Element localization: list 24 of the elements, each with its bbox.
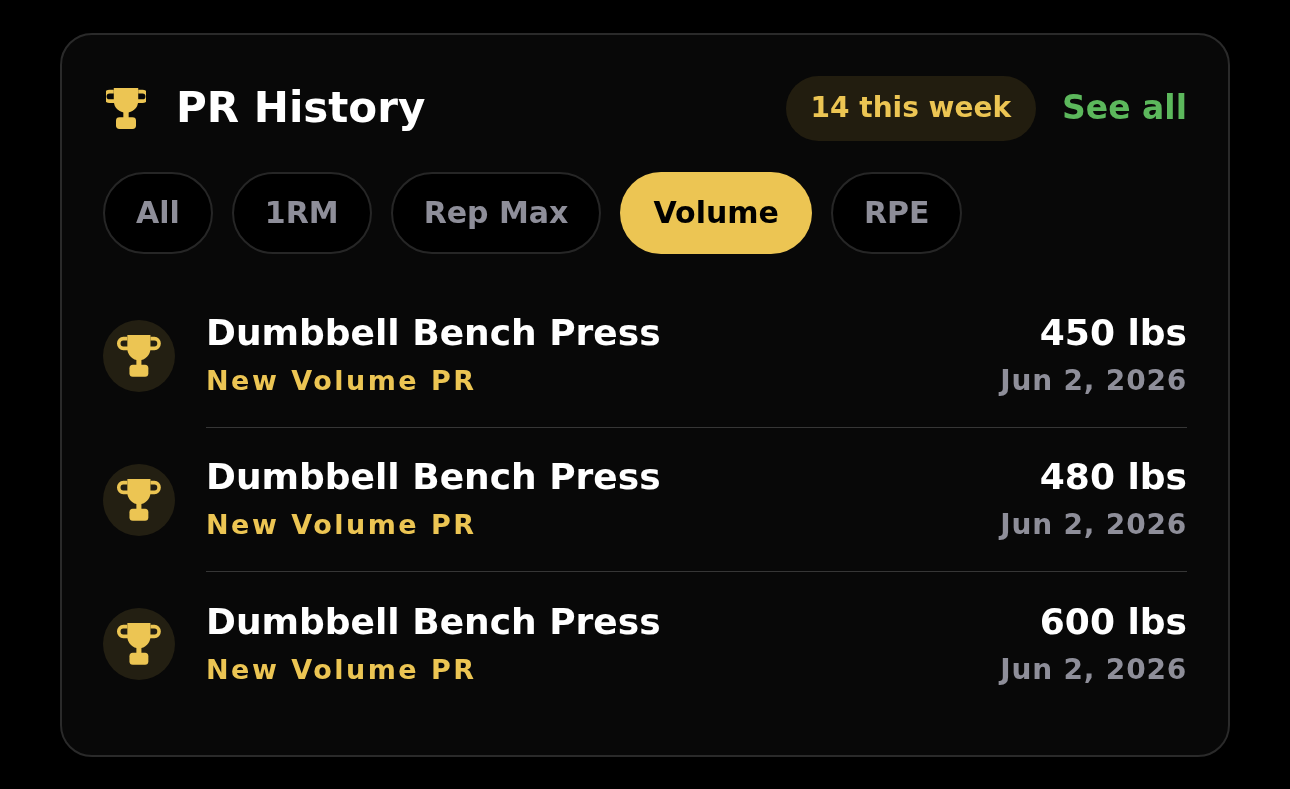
filter-tab[interactable]: RPE	[830, 171, 963, 254]
card-title: PR History	[176, 83, 426, 133]
see-all-link[interactable]: See all	[1062, 88, 1187, 128]
record-date: Jun 2, 2026	[1000, 364, 1187, 398]
record-date: Jun 2, 2026	[1000, 652, 1187, 687]
weekly-pr-count: 14 this week	[785, 75, 1037, 141]
exercise-name: Dumbbell Bench Press	[206, 456, 661, 498]
record-date: Jun 2, 2026	[1000, 508, 1187, 542]
trophy-icon	[103, 463, 175, 536]
filter-tab[interactable]: Volume	[620, 171, 812, 254]
record-value: 450 lbs	[1039, 312, 1187, 354]
record-value: 600 lbs	[1039, 600, 1187, 643]
filter-tab[interactable]: 1RM	[231, 171, 372, 254]
record-type: New Volume PR	[206, 364, 478, 398]
exercise-name: Dumbbell Bench Press	[206, 600, 661, 643]
filter-tab[interactable]: All	[103, 171, 213, 254]
record-type: New Volume PR	[206, 652, 478, 687]
record-value: 480 lbs	[1039, 456, 1187, 498]
trophy-icon	[103, 607, 175, 680]
exercise-name: Dumbbell Bench Press	[206, 312, 661, 354]
trophy-icon	[106, 87, 146, 129]
filter-tab[interactable]: Rep Max	[390, 171, 602, 254]
trophy-icon	[103, 319, 175, 392]
record-type: New Volume PR	[206, 508, 478, 542]
